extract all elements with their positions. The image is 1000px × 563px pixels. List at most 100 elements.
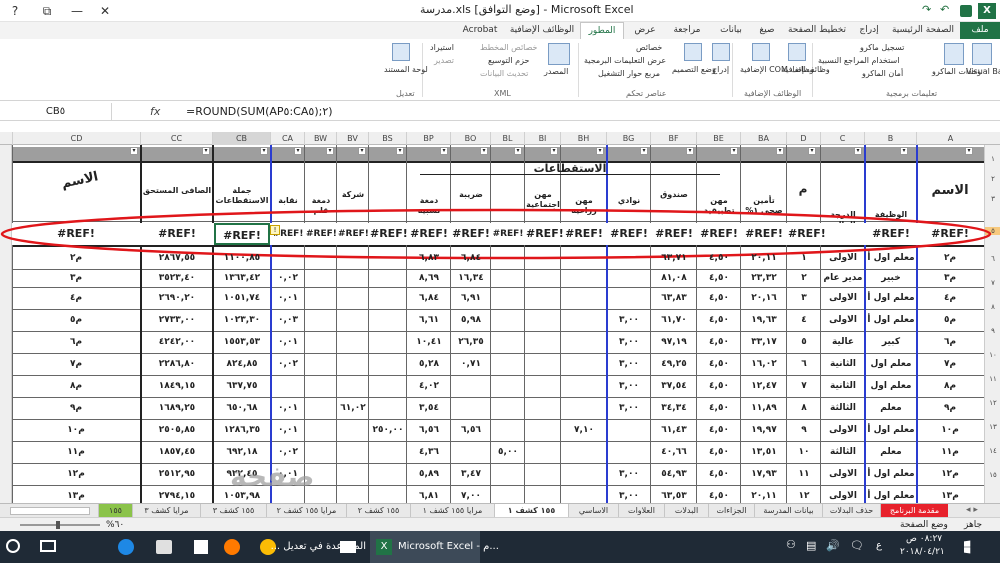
view-code-button[interactable]: عرض التعليمات البرمجية bbox=[584, 56, 666, 65]
cell-a[interactable]: م٦ bbox=[918, 331, 982, 353]
cell-bv[interactable] bbox=[338, 485, 368, 503]
col-header-CA[interactable]: CA bbox=[270, 132, 304, 145]
cell-bh[interactable] bbox=[562, 331, 606, 353]
cell-bv[interactable] bbox=[338, 269, 368, 287]
cell-professions[interactable]: ٩٧,١٩ bbox=[652, 331, 696, 353]
cell-job[interactable]: معلم اول أ bbox=[866, 419, 916, 441]
cell-grade[interactable]: عالية bbox=[822, 331, 864, 353]
filter-dropdown-icon[interactable]: ▾ bbox=[440, 147, 448, 155]
cell-a[interactable]: م٣ bbox=[918, 269, 982, 287]
undo-icon[interactable]: ↶ bbox=[940, 3, 949, 16]
cell-job[interactable]: معلم اول أ bbox=[866, 485, 916, 503]
cell-cb[interactable]: ١٠٢٣,٣٠ bbox=[214, 309, 270, 331]
scroll-tabs-left-icon[interactable]: ◂ ▸ bbox=[966, 505, 978, 515]
cell-bs[interactable] bbox=[370, 375, 406, 397]
cell-m[interactable]: ٣ bbox=[788, 287, 820, 309]
cell-cd[interactable]: م٦ bbox=[14, 331, 138, 353]
cell-bh[interactable] bbox=[562, 397, 606, 419]
cell-clubs[interactable]: ٣,٠٠ bbox=[608, 353, 650, 375]
cell-professions[interactable]: ٤٩,٢٥ bbox=[652, 353, 696, 375]
cell-a[interactable]: م٨ bbox=[918, 375, 982, 397]
cell-job[interactable]: معلم bbox=[866, 397, 916, 419]
cell-m[interactable]: ١٠ bbox=[788, 441, 820, 463]
tab-review[interactable]: مراجعة bbox=[664, 22, 710, 39]
cell-a[interactable]: م١٠ bbox=[918, 419, 982, 441]
tab-formulas[interactable]: صيغ bbox=[752, 22, 782, 39]
cell-m[interactable]: ٩ bbox=[788, 419, 820, 441]
filter-dropdown-icon[interactable]: ▾ bbox=[965, 147, 973, 155]
sheet-tab[interactable]: ١٥٥ كشف ٣ bbox=[200, 504, 266, 518]
cell-insurance[interactable]: ١٣,٥١ bbox=[742, 441, 786, 463]
sheet-tab[interactable]: مرايا كشف ٣ bbox=[132, 504, 200, 518]
col-header-BH[interactable]: BH bbox=[560, 132, 606, 145]
cell-stamp[interactable]: ٤,٠٢ bbox=[408, 375, 450, 397]
horizontal-scrollbar[interactable] bbox=[10, 507, 90, 515]
cell-bl[interactable] bbox=[492, 353, 524, 375]
zoom-slider-thumb[interactable] bbox=[56, 521, 60, 529]
filter-dropdown-icon[interactable]: ▾ bbox=[358, 147, 366, 155]
cell-bv[interactable] bbox=[338, 309, 368, 331]
cell-tax[interactable] bbox=[452, 375, 490, 397]
cell-grade[interactable]: مدير عام bbox=[822, 269, 864, 287]
cell-clubs[interactable]: ٣,٠٠ bbox=[608, 485, 650, 503]
cell-clubs[interactable] bbox=[608, 269, 650, 287]
cell-m[interactable]: ٤ bbox=[788, 309, 820, 331]
cell-professions[interactable]: ٣٤,٣٤ bbox=[652, 397, 696, 419]
cell-grade[interactable]: الاولى bbox=[822, 463, 864, 485]
cell-cc[interactable]: ٤٢٤٢,٠٠ bbox=[142, 331, 212, 353]
import-button[interactable]: استيراد bbox=[430, 43, 454, 52]
sheet-tab[interactable]: ١٥٥ bbox=[98, 504, 132, 518]
col-header-BL[interactable]: BL bbox=[490, 132, 524, 145]
filter-dropdown-icon[interactable]: ▾ bbox=[294, 147, 302, 155]
cell-cc[interactable]: ٢٥١٢,٩٥ bbox=[142, 463, 212, 485]
zoom-slider[interactable] bbox=[20, 524, 100, 526]
cell-fund[interactable]: ٤,٥٠ bbox=[698, 419, 740, 441]
cell-ca[interactable] bbox=[272, 247, 304, 269]
properties-button[interactable]: خصائص bbox=[636, 43, 662, 52]
cell-job[interactable]: معلم اول أ bbox=[866, 463, 916, 485]
xml-source-button[interactable]: المصدر bbox=[544, 67, 568, 76]
col-header-A[interactable]: A bbox=[916, 132, 984, 145]
cell-job[interactable]: معلم اول bbox=[866, 375, 916, 397]
cell-cd[interactable]: م٥ bbox=[14, 309, 138, 331]
cell-cc[interactable]: ١٦٨٩,٢٥ bbox=[142, 397, 212, 419]
cell-insurance[interactable]: ١٢,٤٧ bbox=[742, 375, 786, 397]
cell-bl[interactable] bbox=[492, 331, 524, 353]
cell-stamp[interactable]: ٦,٨١ bbox=[408, 485, 450, 503]
cell-bs[interactable] bbox=[370, 247, 406, 269]
cell-stamp[interactable]: ٤,٣٦ bbox=[408, 441, 450, 463]
cell-tax[interactable]: ٣,٤٧ bbox=[452, 463, 490, 485]
cell-fund[interactable]: ٤,٥٠ bbox=[698, 375, 740, 397]
cell-professions[interactable]: ٦٣,٥٣ bbox=[652, 485, 696, 503]
cell-grade[interactable]: الثانية bbox=[822, 375, 864, 397]
filter-dropdown-icon[interactable]: ▾ bbox=[202, 147, 210, 155]
cell-professions[interactable]: ٤٠,٦٦ bbox=[652, 441, 696, 463]
cell-cc[interactable]: ٣٥٢٣,٤٠ bbox=[142, 269, 212, 287]
macros-icon[interactable] bbox=[944, 43, 964, 65]
help-button[interactable]: ? bbox=[0, 0, 30, 22]
store-icon[interactable] bbox=[194, 540, 208, 554]
cell-job[interactable]: معلم bbox=[866, 441, 916, 463]
cell-grade[interactable]: الثالثة bbox=[822, 397, 864, 419]
network-icon[interactable]: ▤ bbox=[806, 539, 816, 552]
col-header-CD[interactable]: CD bbox=[12, 132, 140, 145]
cell-tax[interactable] bbox=[452, 397, 490, 419]
col-header-B[interactable]: B bbox=[864, 132, 916, 145]
filter-dropdown-icon[interactable]: ▾ bbox=[130, 147, 138, 155]
cell-stamp[interactable]: ٦,٥٦ bbox=[408, 419, 450, 441]
cell-tax[interactable]: ٦,٩١ bbox=[452, 287, 490, 309]
sheet-tab[interactable]: حذف البدلات bbox=[822, 504, 880, 518]
cell-bl[interactable] bbox=[492, 269, 524, 287]
cell-a[interactable]: م٩ bbox=[918, 397, 982, 419]
refresh-data-button[interactable]: تحديث البيانات bbox=[480, 69, 528, 78]
cell-cc[interactable]: ١٨٥٧,٤٥ bbox=[142, 441, 212, 463]
filter-dropdown-icon[interactable]: ▾ bbox=[730, 147, 738, 155]
col-header-BE[interactable]: BE bbox=[696, 132, 740, 145]
cell-professions[interactable]: ٦١,٤٣ bbox=[652, 419, 696, 441]
cell-professions[interactable]: ٦٣,٧١ bbox=[652, 247, 696, 269]
cell-tax[interactable]: ٧,٠٠ bbox=[452, 485, 490, 503]
tab-data[interactable]: بيانات bbox=[712, 22, 750, 39]
macro-security-button[interactable]: أمان الماكرو bbox=[862, 69, 903, 78]
cell-insurance[interactable]: ١١,٨٩ bbox=[742, 397, 786, 419]
row-header[interactable]: ٢ bbox=[985, 175, 1000, 183]
